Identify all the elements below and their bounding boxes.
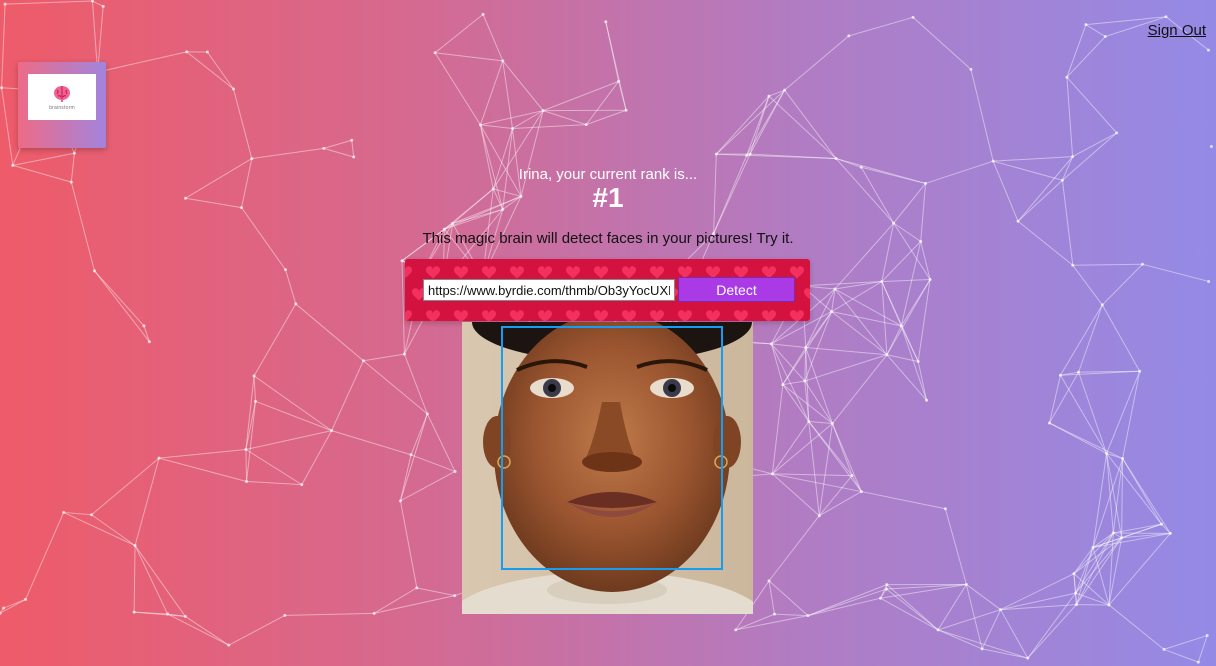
sign-out-link[interactable]: Sign Out xyxy=(1148,22,1206,39)
rank-value: #1 xyxy=(592,182,624,213)
rank-text: Irina, your current rank is... xyxy=(518,166,698,183)
image-url-input[interactable] xyxy=(423,279,675,301)
logo-card: brainstorm xyxy=(18,62,106,148)
detect-button[interactable]: Detect xyxy=(678,277,795,302)
logo-caption: brainstorm xyxy=(49,104,75,111)
logo: brainstorm xyxy=(28,74,96,120)
brain-icon xyxy=(54,85,70,102)
face-photo xyxy=(462,322,753,614)
image-url-form: Detect xyxy=(405,259,810,321)
tagline: This magic brain will detect faces in yo… xyxy=(422,230,794,247)
face-bounding-box xyxy=(501,326,723,570)
